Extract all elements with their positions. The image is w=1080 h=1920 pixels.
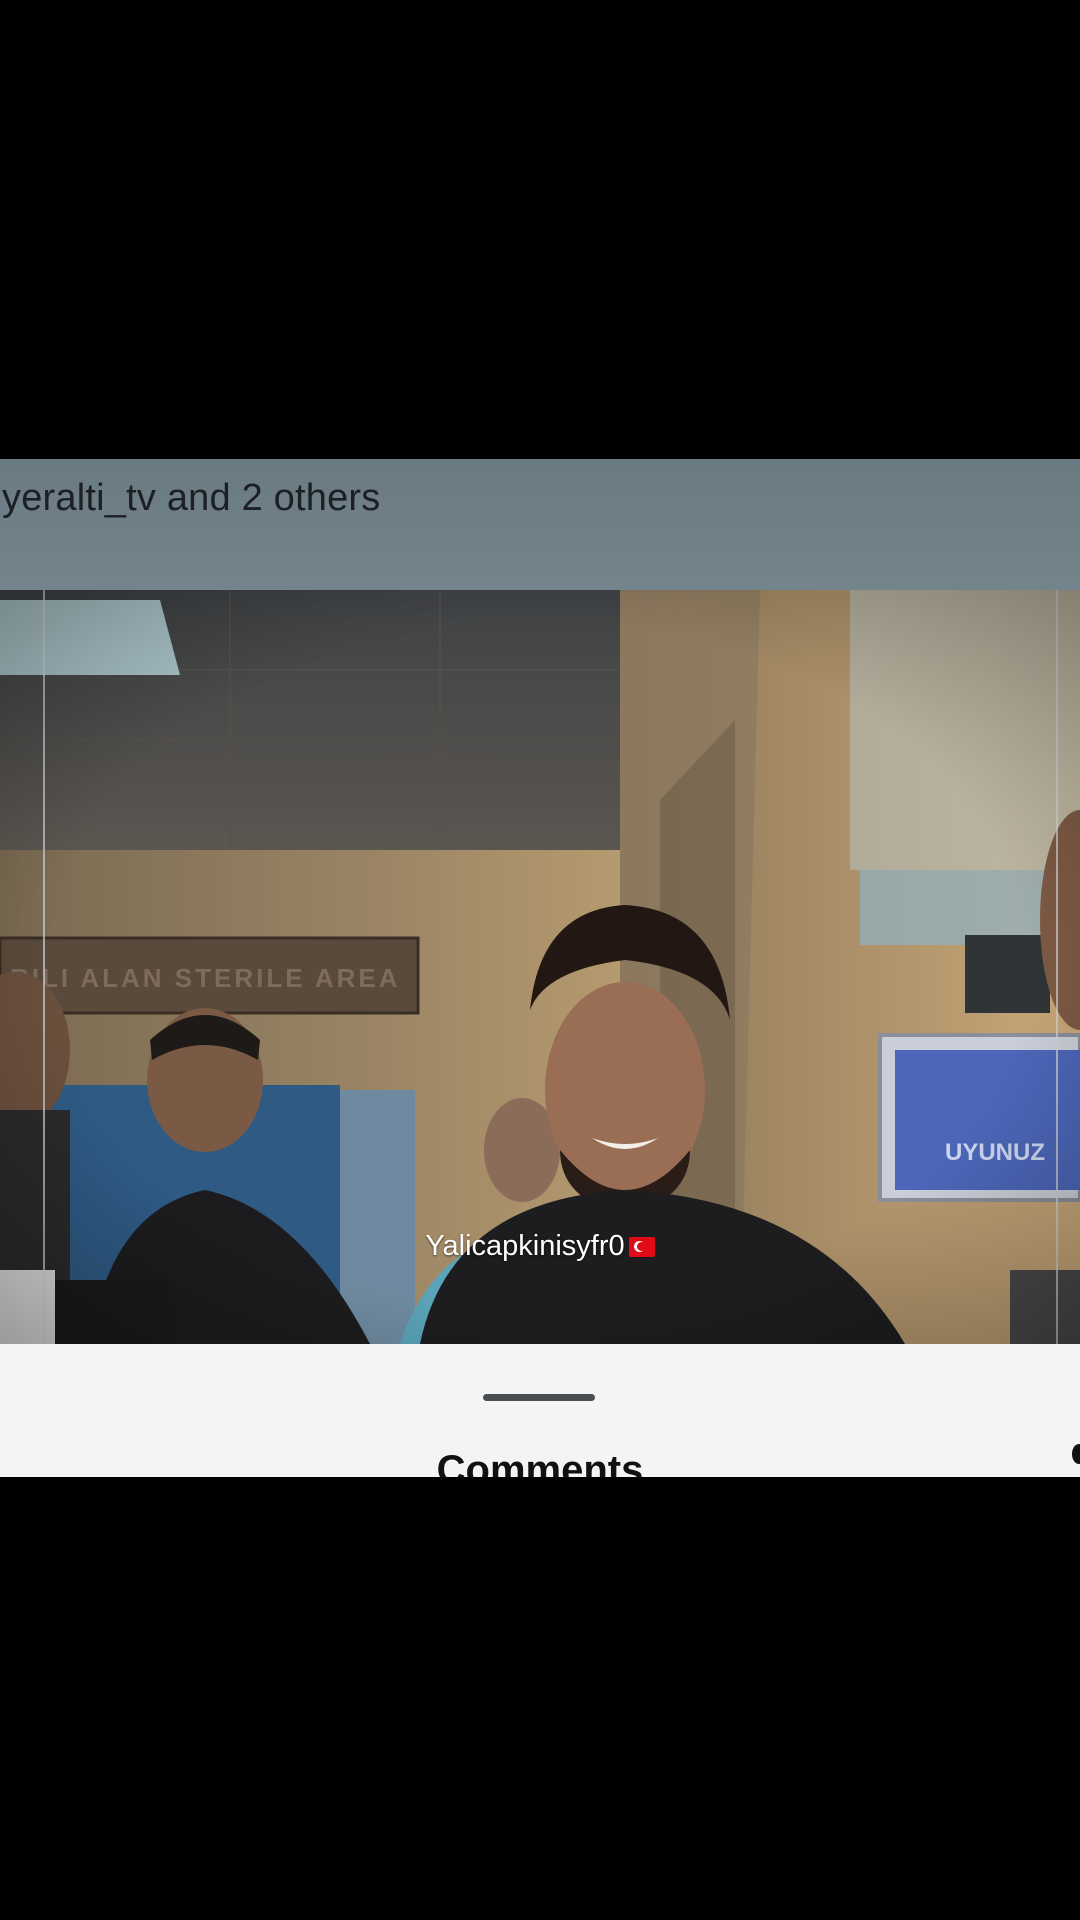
video-player[interactable]: RILI ALAN STERILE AREA UYUNUZ: [0, 590, 1080, 1344]
overlay-username: Yalicapkinisyfr0: [425, 1230, 625, 1262]
collaborators-text[interactable]: yeralti_tv and 2 others: [2, 477, 380, 520]
comments-sheet[interactable]: Comments: [0, 1344, 1080, 1477]
collaborators-header[interactable]: yeralti_tv and 2 others: [0, 459, 1080, 590]
sheet-title: Comments: [436, 1448, 644, 1477]
screen: yeralti_tv and 2 others Yalicapkinisyfr0…: [0, 0, 1080, 1920]
sheet-drag-handle[interactable]: [483, 1394, 595, 1401]
video-overlay-label: Yalicapkinisyfr0: [0, 1230, 1080, 1263]
edge-dot: [1072, 1444, 1080, 1464]
turkey-flag-icon: [628, 1237, 655, 1257]
